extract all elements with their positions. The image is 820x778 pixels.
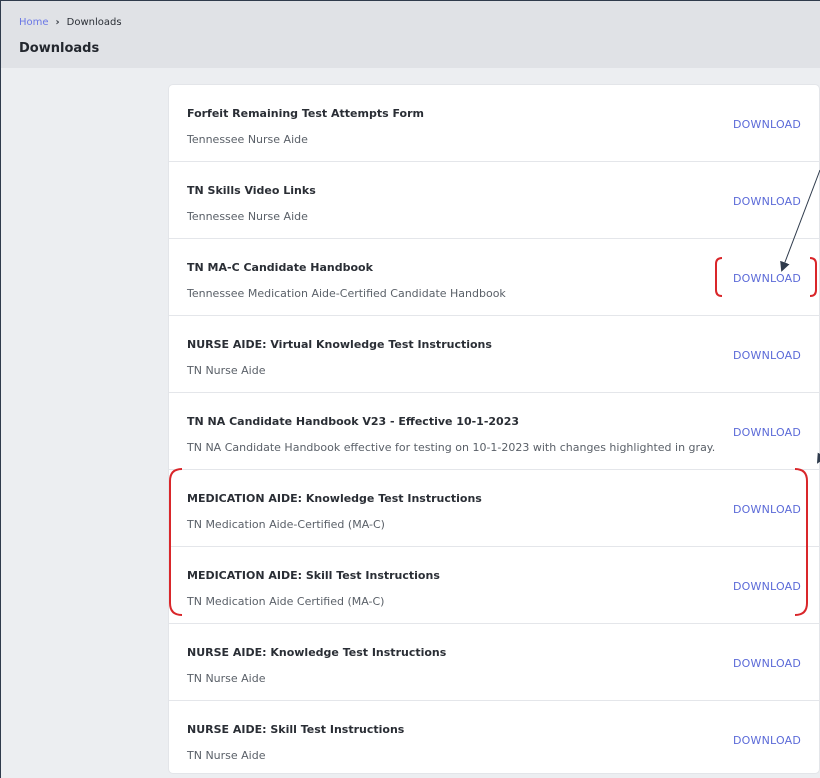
page-title: Downloads: [19, 41, 100, 56]
item-title: NURSE AIDE: Skill Test Instructions: [187, 723, 405, 736]
item-subtitle: Tennessee Nurse Aide: [187, 133, 308, 146]
item-subtitle: TN Nurse Aide: [187, 749, 266, 762]
item-title: MEDICATION AIDE: Skill Test Instructions: [187, 569, 440, 582]
page-header: Home › Downloads Downloads: [1, 1, 820, 68]
list-item: NURSE AIDE: Knowledge Test Instructions …: [169, 624, 819, 701]
list-item: Forfeit Remaining Test Attempts Form Ten…: [169, 85, 819, 162]
item-title: MEDICATION AIDE: Knowledge Test Instruct…: [187, 492, 482, 505]
list-item: MEDICATION AIDE: Skill Test Instructions…: [169, 547, 819, 624]
item-title: TN MA-C Candidate Handbook: [187, 261, 373, 274]
list-item: MEDICATION AIDE: Knowledge Test Instruct…: [169, 470, 819, 547]
item-title: TN Skills Video Links: [187, 184, 316, 197]
download-button[interactable]: DOWNLOAD: [733, 734, 801, 747]
download-button[interactable]: DOWNLOAD: [733, 503, 801, 516]
download-button[interactable]: DOWNLOAD: [733, 272, 801, 285]
download-button[interactable]: DOWNLOAD: [733, 580, 801, 593]
list-item: TN MA-C Candidate Handbook Tennessee Med…: [169, 239, 819, 316]
download-button[interactable]: DOWNLOAD: [733, 657, 801, 670]
item-subtitle: Tennessee Medication Aide-Certified Cand…: [187, 287, 506, 300]
breadcrumb-home-link[interactable]: Home: [19, 17, 49, 28]
item-title: NURSE AIDE: Virtual Knowledge Test Instr…: [187, 338, 492, 351]
list-item: NURSE AIDE: Skill Test Instructions TN N…: [169, 701, 819, 778]
downloads-list: Forfeit Remaining Test Attempts Form Ten…: [169, 85, 819, 773]
item-subtitle: Tennessee Nurse Aide: [187, 210, 308, 223]
chevron-right-icon: ›: [55, 17, 60, 28]
item-subtitle: TN Nurse Aide: [187, 364, 266, 377]
list-item: TN NA Candidate Handbook V23 - Effective…: [169, 393, 819, 470]
download-button[interactable]: DOWNLOAD: [733, 426, 801, 439]
item-subtitle: TN Medication Aide-Certified (MA-C): [187, 518, 385, 531]
list-item: NURSE AIDE: Virtual Knowledge Test Instr…: [169, 316, 819, 393]
item-title: TN NA Candidate Handbook V23 - Effective…: [187, 415, 520, 428]
download-button[interactable]: DOWNLOAD: [733, 118, 801, 131]
breadcrumb-current: Downloads: [66, 17, 122, 28]
item-title: Forfeit Remaining Test Attempts Form: [187, 107, 424, 120]
item-subtitle: TN Medication Aide Certified (MA-C): [187, 595, 385, 608]
item-subtitle: TN NA Candidate Handbook effective for t…: [187, 441, 716, 454]
item-title: NURSE AIDE: Knowledge Test Instructions: [187, 646, 447, 659]
download-button[interactable]: DOWNLOAD: [733, 195, 801, 208]
item-subtitle: TN Nurse Aide: [187, 672, 266, 685]
breadcrumb: Home › Downloads: [19, 17, 122, 28]
list-item: TN Skills Video Links Tennessee Nurse Ai…: [169, 162, 819, 239]
download-button[interactable]: DOWNLOAD: [733, 349, 801, 362]
